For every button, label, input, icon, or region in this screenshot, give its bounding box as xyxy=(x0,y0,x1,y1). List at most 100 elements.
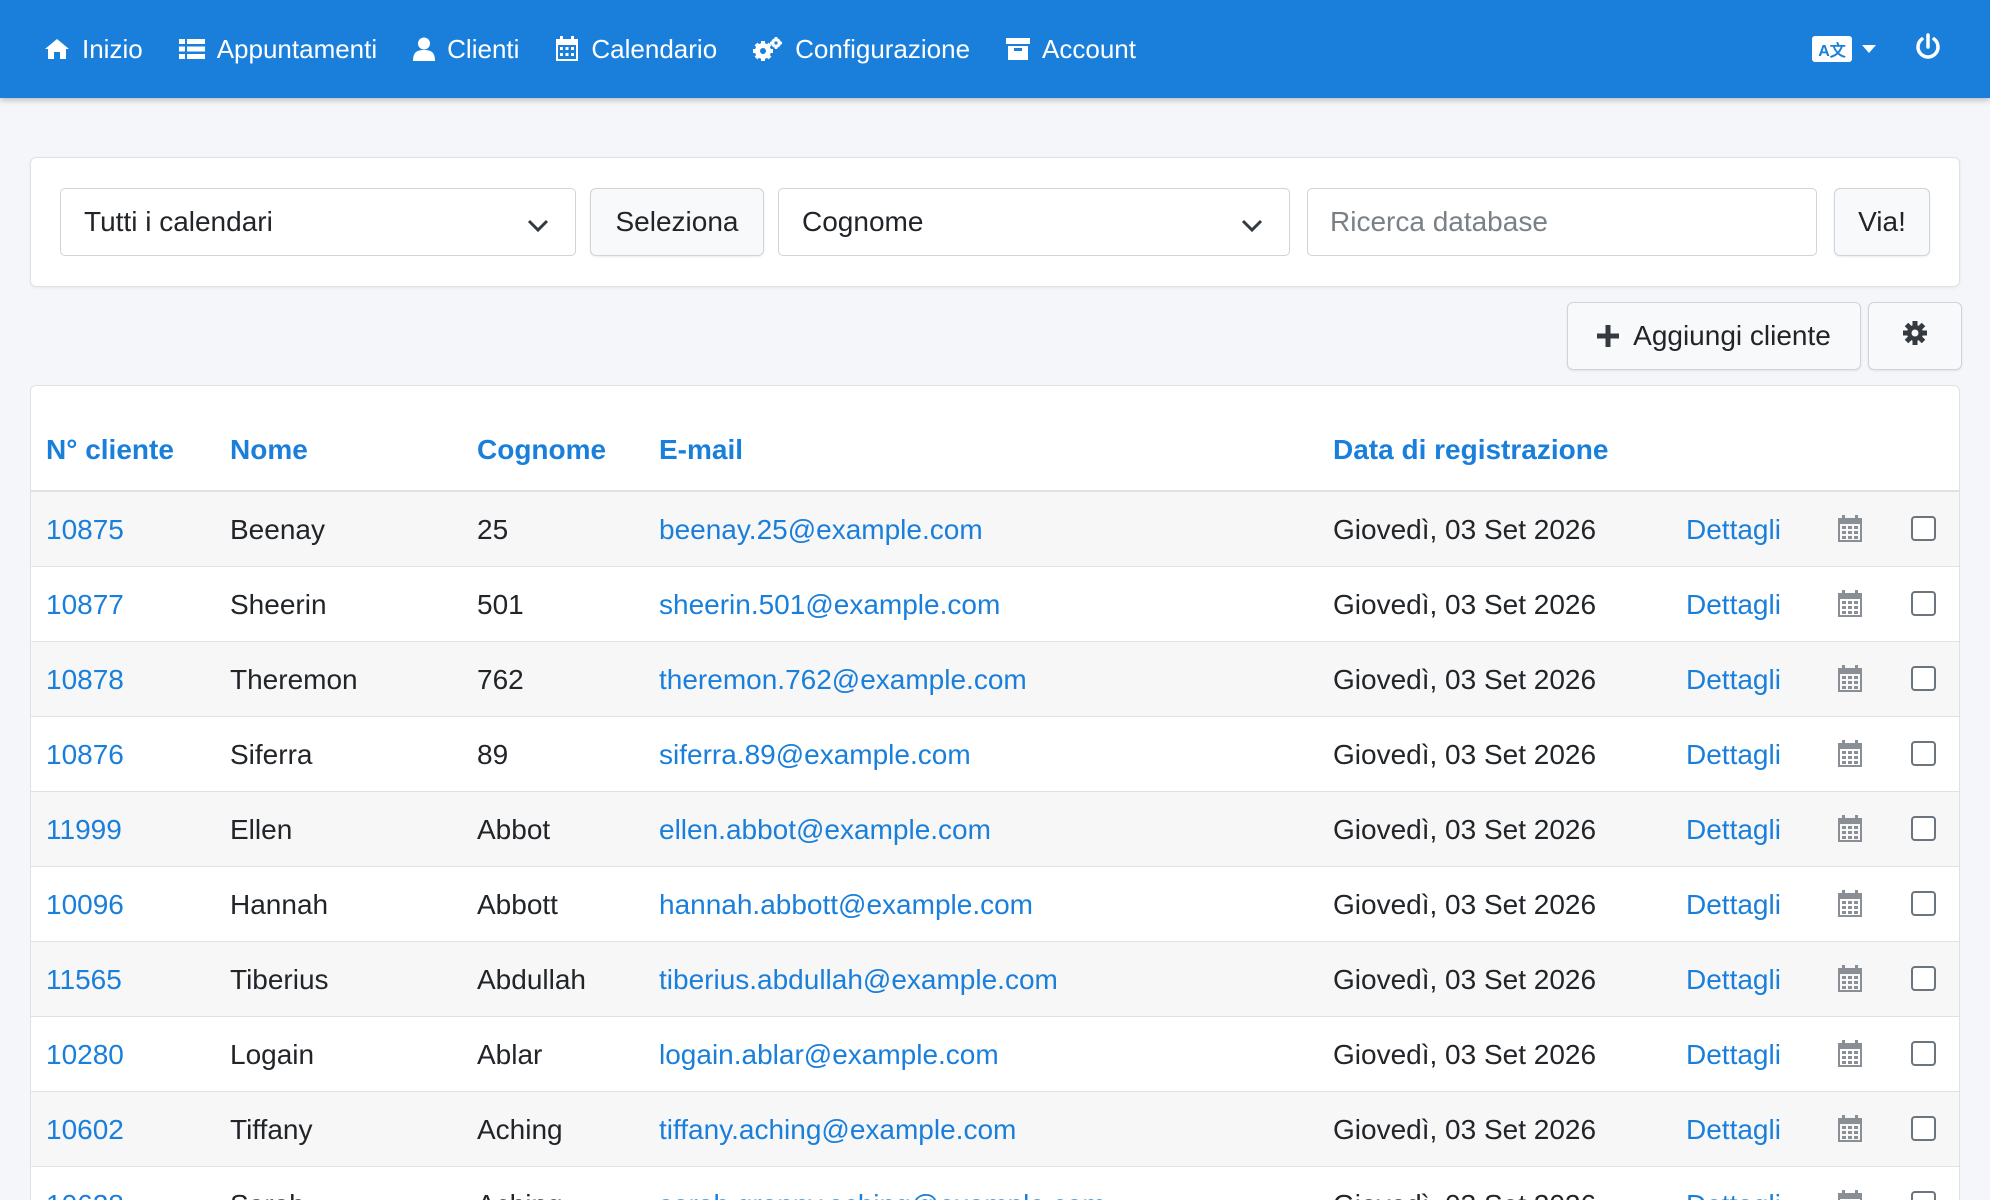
details-link[interactable]: Dettagli xyxy=(1686,792,1781,867)
details-link[interactable]: Dettagli xyxy=(1686,642,1781,717)
language-dropdown[interactable]: A文 xyxy=(1812,36,1876,62)
email-link[interactable]: tiberius.abdullah@example.com xyxy=(659,942,1058,1017)
nav-item-label: Appuntamenti xyxy=(216,33,378,64)
header-last-name[interactable]: Cognome xyxy=(477,434,606,466)
row-checkbox[interactable] xyxy=(1911,666,1936,691)
table-row: 11999 Ellen Abbot ellen.abbot@example.com Gi… xyxy=(31,792,1959,867)
email-link[interactable]: sarah.granny.aching@example.com xyxy=(659,1167,1106,1200)
cogs-icon xyxy=(753,36,783,62)
client-number-link[interactable]: 10876 xyxy=(46,717,124,792)
calendar-icon xyxy=(555,36,579,62)
row-checkbox[interactable] xyxy=(1911,1191,1936,1200)
calendar-icon[interactable] xyxy=(1837,1115,1863,1148)
email-link[interactable]: beenay.25@example.com xyxy=(659,492,983,567)
last-name-cell: 762 xyxy=(477,664,524,695)
details-link[interactable]: Dettagli xyxy=(1686,492,1781,567)
nav-item-account[interactable]: Account xyxy=(1006,34,1136,65)
row-checkbox[interactable] xyxy=(1911,516,1936,541)
header-client-number[interactable]: N° cliente xyxy=(46,434,174,466)
row-checkbox[interactable] xyxy=(1911,741,1936,766)
row-checkbox[interactable] xyxy=(1911,1116,1936,1141)
calendar-icon[interactable] xyxy=(1837,1040,1863,1073)
caret-down-icon xyxy=(1862,45,1876,53)
registration-date-cell: Giovedì, 03 Set 2026 xyxy=(1333,739,1597,770)
calendar-icon[interactable] xyxy=(1837,515,1863,548)
row-checkbox[interactable] xyxy=(1911,891,1936,916)
chevron-down-icon xyxy=(1241,211,1263,243)
client-number-link[interactable]: 11565 xyxy=(46,942,122,1017)
client-number-link[interactable]: 10602 xyxy=(46,1092,124,1167)
table-settings-button[interactable] xyxy=(1868,302,1962,370)
search-field-select-value: Cognome xyxy=(802,206,924,237)
calendar-icon[interactable] xyxy=(1837,890,1863,923)
registration-date-cell: Giovedì, 03 Set 2026 xyxy=(1333,1167,1596,1200)
details-link[interactable]: Dettagli xyxy=(1686,1167,1781,1200)
row-checkbox[interactable] xyxy=(1911,816,1936,841)
email-link[interactable]: ellen.abbot@example.com xyxy=(659,792,991,867)
client-number-link[interactable]: 10280 xyxy=(46,1017,124,1092)
row-checkbox[interactable] xyxy=(1911,1041,1936,1066)
first-name-cell: Hannah xyxy=(230,889,329,920)
client-number-link[interactable]: 11999 xyxy=(46,792,122,867)
client-number-link[interactable]: 10628 xyxy=(46,1167,124,1200)
table-row: 10876 Siferra 89 siferra.89@example.com Giov… xyxy=(31,717,1959,792)
logout-button[interactable] xyxy=(1914,32,1942,66)
details-link[interactable]: Dettagli xyxy=(1686,867,1781,942)
header-registration-date[interactable]: Data di registrazione xyxy=(1333,434,1608,466)
clients-table: N° cliente Nome Cognome E-mail Data di r… xyxy=(30,385,1960,1200)
details-link[interactable]: Dettagli xyxy=(1686,567,1781,642)
select-button[interactable]: Seleziona xyxy=(590,188,764,256)
search-field-select[interactable]: Cognome xyxy=(778,188,1290,256)
header-first-name[interactable]: Nome xyxy=(230,434,308,466)
client-number-link[interactable]: 10875 xyxy=(46,492,124,567)
nav-item-home[interactable]: Inizio xyxy=(44,34,143,65)
row-checkbox[interactable] xyxy=(1911,591,1936,616)
row-checkbox[interactable] xyxy=(1911,966,1936,991)
registration-date-cell: Giovedì, 03 Set 2026 xyxy=(1333,664,1597,695)
last-name-cell: Aching xyxy=(477,1167,563,1200)
calendar-icon[interactable] xyxy=(1837,590,1863,623)
table-row: 10602 Tiffany Aching tiffany.aching@example… xyxy=(31,1092,1959,1167)
table-row: 10096 Hannah Abbott hannah.abbott@example.c… xyxy=(31,867,1959,942)
email-link[interactable]: logain.ablar@example.com xyxy=(659,1017,999,1092)
details-link[interactable]: Dettagli xyxy=(1686,1092,1781,1167)
email-link[interactable]: siferra.89@example.com xyxy=(659,717,971,792)
archive-icon xyxy=(1006,37,1031,61)
nav-item-appointments[interactable]: Appuntamenti xyxy=(178,33,378,65)
nav-item-label: Calendario xyxy=(591,33,718,64)
first-name-cell: Tiberius xyxy=(230,964,329,995)
nav-item-clients[interactable]: Clienti xyxy=(413,34,519,65)
calendar-icon[interactable] xyxy=(1837,965,1863,998)
calendar-icon[interactable] xyxy=(1837,1190,1863,1200)
search-input[interactable] xyxy=(1307,188,1817,256)
calendar-select[interactable]: Tutti i calendari xyxy=(60,188,576,256)
registration-date-cell: Giovedì, 03 Set 2026 xyxy=(1333,889,1597,920)
last-name-cell: 89 xyxy=(477,739,509,770)
go-button[interactable]: Via! xyxy=(1834,188,1930,256)
details-link[interactable]: Dettagli xyxy=(1686,1017,1781,1092)
header-email[interactable]: E-mail xyxy=(659,434,743,466)
email-link[interactable]: theremon.762@example.com xyxy=(659,642,1027,717)
client-number-link[interactable]: 10096 xyxy=(46,867,124,942)
add-client-button[interactable]: Aggiungi cliente xyxy=(1567,302,1861,370)
email-link[interactable]: hannah.abbott@example.com xyxy=(659,867,1033,942)
nav-item-calendar[interactable]: Calendario xyxy=(555,34,717,65)
nav-item-settings[interactable]: Configurazione xyxy=(753,34,970,65)
last-name-cell: Aching xyxy=(477,1114,563,1145)
client-number-link[interactable]: 10877 xyxy=(46,567,124,642)
details-link[interactable]: Dettagli xyxy=(1686,717,1781,792)
client-number-link[interactable]: 10878 xyxy=(46,642,124,717)
last-name-cell: Abdullah xyxy=(477,964,586,995)
calendar-icon[interactable] xyxy=(1837,740,1863,773)
calendar-icon[interactable] xyxy=(1837,815,1863,848)
last-name-cell: 25 xyxy=(477,514,509,545)
registration-date-cell: Giovedì, 03 Set 2026 xyxy=(1333,514,1597,545)
add-client-label: Aggiungi cliente xyxy=(1633,320,1831,351)
details-link[interactable]: Dettagli xyxy=(1686,942,1781,1017)
gear-icon xyxy=(1902,320,1928,353)
language-icon: A文 xyxy=(1812,36,1852,62)
calendar-icon[interactable] xyxy=(1837,665,1863,698)
registration-date-cell: Giovedì, 03 Set 2026 xyxy=(1333,814,1597,845)
email-link[interactable]: sheerin.501@example.com xyxy=(659,567,1000,642)
email-link[interactable]: tiffany.aching@example.com xyxy=(659,1092,1016,1167)
